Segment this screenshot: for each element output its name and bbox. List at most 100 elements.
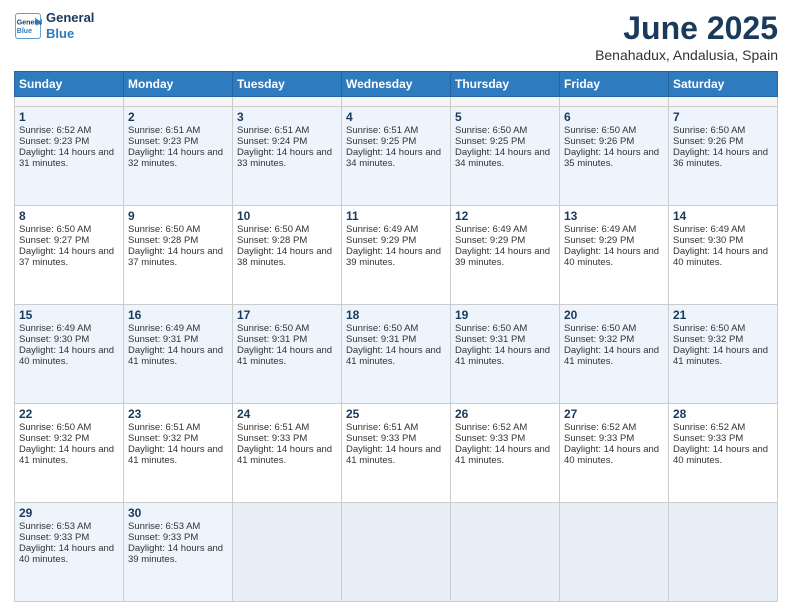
daylight-text: Daylight: 14 hours and 40 minutes. <box>564 246 664 268</box>
daylight-text: Daylight: 14 hours and 31 minutes. <box>19 147 119 169</box>
calendar-cell: 4Sunrise: 6:51 AMSunset: 9:25 PMDaylight… <box>342 107 451 206</box>
day-number: 14 <box>673 209 773 223</box>
sunrise-text: Sunrise: 6:51 AM <box>346 422 446 433</box>
svg-text:Blue: Blue <box>17 28 32 35</box>
calendar-cell <box>342 97 451 107</box>
calendar-cell <box>451 97 560 107</box>
sunset-text: Sunset: 9:32 PM <box>564 334 664 345</box>
sunrise-text: Sunrise: 6:52 AM <box>564 422 664 433</box>
sunrise-text: Sunrise: 6:51 AM <box>237 125 337 136</box>
sunrise-text: Sunrise: 6:51 AM <box>128 422 228 433</box>
daylight-text: Daylight: 14 hours and 41 minutes. <box>19 444 119 466</box>
daylight-text: Daylight: 14 hours and 37 minutes. <box>128 246 228 268</box>
calendar-cell <box>669 97 778 107</box>
daylight-text: Daylight: 14 hours and 41 minutes. <box>455 444 555 466</box>
subtitle: Benahadux, Andalusia, Spain <box>595 47 778 63</box>
calendar-cell: 5Sunrise: 6:50 AMSunset: 9:25 PMDaylight… <box>451 107 560 206</box>
title-block: June 2025 Benahadux, Andalusia, Spain <box>595 10 778 63</box>
sunrise-text: Sunrise: 6:50 AM <box>237 323 337 334</box>
calendar-cell <box>669 503 778 602</box>
sunset-text: Sunset: 9:33 PM <box>346 433 446 444</box>
day-number: 17 <box>237 308 337 322</box>
sunset-text: Sunset: 9:25 PM <box>455 136 555 147</box>
day-number: 26 <box>455 407 555 421</box>
sunrise-text: Sunrise: 6:49 AM <box>346 224 446 235</box>
sunset-text: Sunset: 9:23 PM <box>128 136 228 147</box>
calendar-cell: 15Sunrise: 6:49 AMSunset: 9:30 PMDayligh… <box>15 305 124 404</box>
calendar-cell: 2Sunrise: 6:51 AMSunset: 9:23 PMDaylight… <box>124 107 233 206</box>
calendar-cell <box>342 503 451 602</box>
sunset-text: Sunset: 9:33 PM <box>237 433 337 444</box>
sunrise-text: Sunrise: 6:50 AM <box>19 224 119 235</box>
header-sunday: Sunday <box>15 72 124 97</box>
daylight-text: Daylight: 14 hours and 40 minutes. <box>19 345 119 367</box>
sunset-text: Sunset: 9:33 PM <box>673 433 773 444</box>
day-number: 22 <box>19 407 119 421</box>
calendar-cell: 7Sunrise: 6:50 AMSunset: 9:26 PMDaylight… <box>669 107 778 206</box>
day-number: 28 <box>673 407 773 421</box>
calendar-cell: 30Sunrise: 6:53 AMSunset: 9:33 PMDayligh… <box>124 503 233 602</box>
calendar-cell: 11Sunrise: 6:49 AMSunset: 9:29 PMDayligh… <box>342 206 451 305</box>
day-number: 30 <box>128 506 228 520</box>
daylight-text: Daylight: 14 hours and 40 minutes. <box>673 444 773 466</box>
daylight-text: Daylight: 14 hours and 38 minutes. <box>237 246 337 268</box>
daylight-text: Daylight: 14 hours and 39 minutes. <box>128 543 228 565</box>
daylight-text: Daylight: 14 hours and 33 minutes. <box>237 147 337 169</box>
calendar-cell: 14Sunrise: 6:49 AMSunset: 9:30 PMDayligh… <box>669 206 778 305</box>
day-number: 10 <box>237 209 337 223</box>
logo: General Blue General Blue <box>14 10 94 41</box>
day-number: 15 <box>19 308 119 322</box>
calendar-cell: 19Sunrise: 6:50 AMSunset: 9:31 PMDayligh… <box>451 305 560 404</box>
daylight-text: Daylight: 14 hours and 41 minutes. <box>455 345 555 367</box>
calendar-cell <box>560 503 669 602</box>
day-number: 20 <box>564 308 664 322</box>
header: General Blue General Blue June 2025 Bena… <box>14 10 778 63</box>
day-number: 29 <box>19 506 119 520</box>
sunset-text: Sunset: 9:27 PM <box>19 235 119 246</box>
sunset-text: Sunset: 9:26 PM <box>564 136 664 147</box>
calendar-table: Sunday Monday Tuesday Wednesday Thursday… <box>14 71 778 602</box>
header-saturday: Saturday <box>669 72 778 97</box>
day-number: 16 <box>128 308 228 322</box>
day-number: 1 <box>19 110 119 124</box>
sunset-text: Sunset: 9:31 PM <box>346 334 446 345</box>
calendar-cell <box>451 503 560 602</box>
sunset-text: Sunset: 9:28 PM <box>128 235 228 246</box>
header-friday: Friday <box>560 72 669 97</box>
calendar-cell: 9Sunrise: 6:50 AMSunset: 9:28 PMDaylight… <box>124 206 233 305</box>
daylight-text: Daylight: 14 hours and 39 minutes. <box>346 246 446 268</box>
calendar-cell <box>560 97 669 107</box>
daylight-text: Daylight: 14 hours and 40 minutes. <box>19 543 119 565</box>
calendar-row-4: 22Sunrise: 6:50 AMSunset: 9:32 PMDayligh… <box>15 404 778 503</box>
daylight-text: Daylight: 14 hours and 34 minutes. <box>346 147 446 169</box>
daylight-text: Daylight: 14 hours and 37 minutes. <box>19 246 119 268</box>
sunset-text: Sunset: 9:32 PM <box>19 433 119 444</box>
day-number: 3 <box>237 110 337 124</box>
day-number: 21 <box>673 308 773 322</box>
calendar-cell: 8Sunrise: 6:50 AMSunset: 9:27 PMDaylight… <box>15 206 124 305</box>
sunset-text: Sunset: 9:30 PM <box>19 334 119 345</box>
sunrise-text: Sunrise: 6:50 AM <box>673 125 773 136</box>
calendar-cell: 21Sunrise: 6:50 AMSunset: 9:32 PMDayligh… <box>669 305 778 404</box>
sunrise-text: Sunrise: 6:50 AM <box>673 323 773 334</box>
sunset-text: Sunset: 9:33 PM <box>128 532 228 543</box>
daylight-text: Daylight: 14 hours and 36 minutes. <box>673 147 773 169</box>
sunset-text: Sunset: 9:31 PM <box>128 334 228 345</box>
calendar-cell: 6Sunrise: 6:50 AMSunset: 9:26 PMDaylight… <box>560 107 669 206</box>
sunrise-text: Sunrise: 6:53 AM <box>19 521 119 532</box>
daylight-text: Daylight: 14 hours and 41 minutes. <box>237 345 337 367</box>
day-number: 11 <box>346 209 446 223</box>
daylight-text: Daylight: 14 hours and 41 minutes. <box>564 345 664 367</box>
calendar-cell: 28Sunrise: 6:52 AMSunset: 9:33 PMDayligh… <box>669 404 778 503</box>
day-number: 4 <box>346 110 446 124</box>
daylight-text: Daylight: 14 hours and 41 minutes. <box>346 444 446 466</box>
calendar-cell <box>124 97 233 107</box>
logo-icon: General Blue <box>14 12 42 40</box>
sunset-text: Sunset: 9:26 PM <box>673 136 773 147</box>
calendar-cell: 3Sunrise: 6:51 AMSunset: 9:24 PMDaylight… <box>233 107 342 206</box>
day-number: 12 <box>455 209 555 223</box>
sunset-text: Sunset: 9:33 PM <box>19 532 119 543</box>
header-wednesday: Wednesday <box>342 72 451 97</box>
calendar-row-0 <box>15 97 778 107</box>
calendar-cell: 29Sunrise: 6:53 AMSunset: 9:33 PMDayligh… <box>15 503 124 602</box>
